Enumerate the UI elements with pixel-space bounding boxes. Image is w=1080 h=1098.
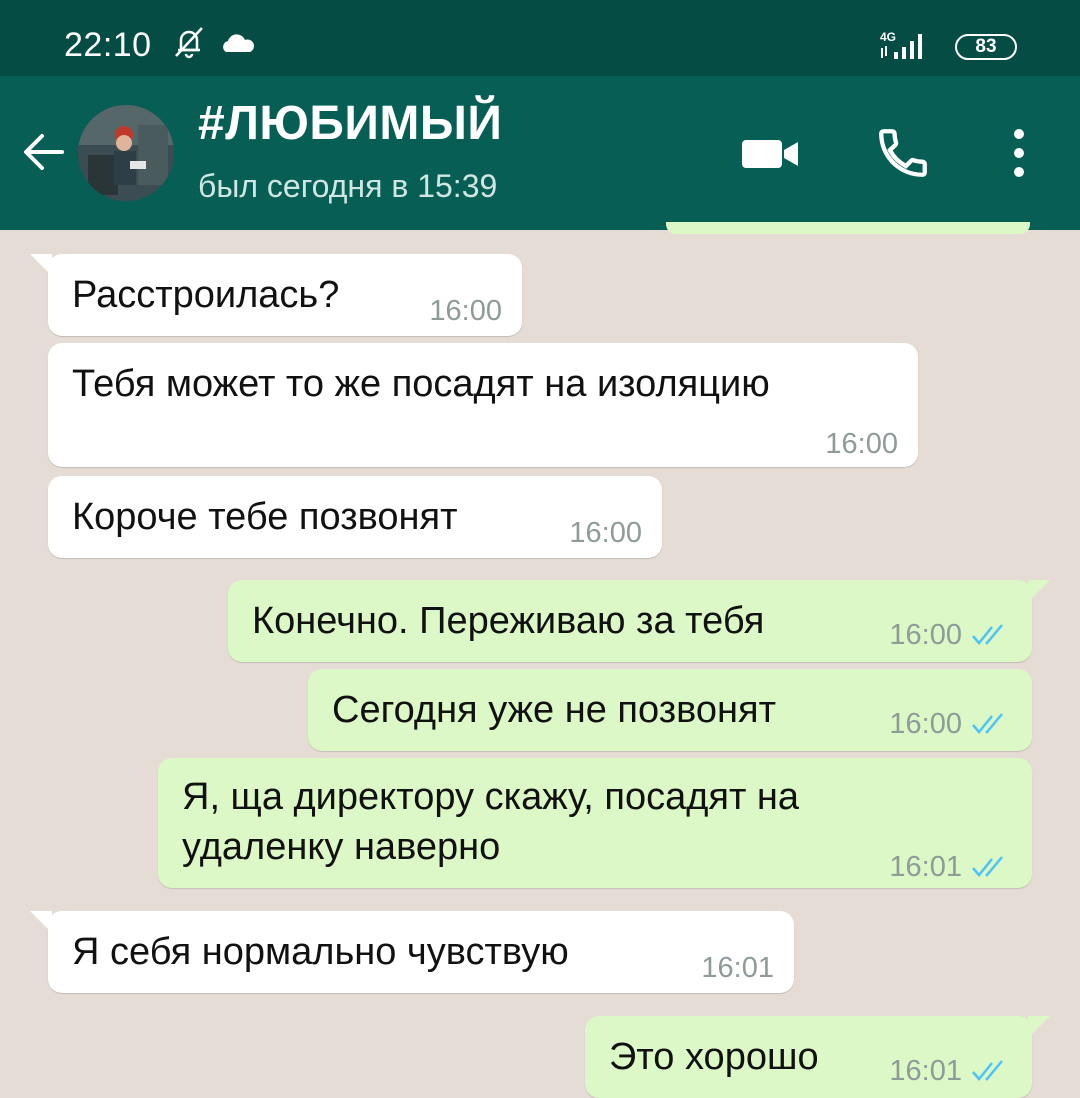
message-text: Конечно. Переживаю за тебя bbox=[252, 600, 765, 642]
svg-text:4G: 4G bbox=[880, 30, 896, 44]
phone-icon[interactable] bbox=[874, 124, 932, 182]
message-bubble-outgoing[interactable]: Я, ща директору скажу, посадят на удален… bbox=[158, 758, 1032, 888]
message-text: Расстроилась? bbox=[72, 274, 340, 316]
message-time: 16:01 bbox=[889, 851, 962, 883]
message-time: 16:00 bbox=[825, 428, 898, 460]
message-bubble-incoming[interactable]: Короче тебе позвонят 16:00 bbox=[48, 476, 662, 558]
double-check-icon bbox=[972, 1060, 1003, 1081]
previous-message-edge bbox=[666, 222, 1030, 234]
last-seen-status: был сегодня в 15:39 bbox=[198, 168, 498, 204]
message-time: 16:00 bbox=[889, 619, 962, 651]
message-time: 16:00 bbox=[889, 708, 962, 740]
message-bubble-incoming[interactable]: Я себя нормально чувствую 16:01 bbox=[30, 911, 794, 993]
status-time: 22:10 bbox=[64, 26, 152, 64]
message-text: Я себя нормально чувствую bbox=[72, 931, 569, 973]
message-text: Сегодня уже не позвонят bbox=[332, 689, 776, 731]
contact-name[interactable]: #ЛЮБИМЫЙ bbox=[198, 96, 502, 151]
message-bubble-outgoing[interactable]: Сегодня уже не позвонят 16:00 bbox=[308, 669, 1032, 751]
double-check-icon bbox=[972, 713, 1003, 734]
message-bubble-outgoing[interactable]: Это хорошо 16:01 bbox=[585, 1016, 1050, 1098]
message-bubble-outgoing[interactable]: Конечно. Переживаю за тебя 16:00 bbox=[228, 580, 1050, 662]
video-camera-icon[interactable] bbox=[740, 134, 802, 174]
signal-4g-icon: 4G bbox=[880, 30, 922, 59]
message-bubble-incoming[interactable]: Расстроилась? 16:00 bbox=[30, 254, 522, 336]
double-check-icon bbox=[972, 624, 1003, 645]
battery-indicator: 83 bbox=[955, 34, 1017, 60]
message-text: Это хорошо bbox=[609, 1036, 819, 1078]
message-bubble-incoming[interactable]: Тебя может то же посадят на изоляцию 16:… bbox=[48, 343, 918, 467]
status-bar: 22:10 4G 83 bbox=[0, 0, 1080, 76]
message-text: Короче тебе позвонят bbox=[72, 496, 458, 538]
bell-off-icon bbox=[175, 27, 203, 59]
avatar[interactable] bbox=[78, 105, 174, 201]
battery-level: 83 bbox=[975, 36, 997, 57]
message-time: 16:00 bbox=[429, 295, 502, 327]
message-text: Тебя может то же посадят на изоляцию bbox=[72, 363, 770, 405]
chat-header: #ЛЮБИМЫЙ был сегодня в 15:39 bbox=[0, 76, 1080, 230]
message-text: Я, ща директору скажу, посадят на удален… bbox=[182, 776, 800, 868]
message-time: 16:01 bbox=[889, 1055, 962, 1087]
more-vert-icon[interactable] bbox=[1002, 126, 1036, 180]
message-time: 16:01 bbox=[701, 952, 774, 984]
arrow-left-icon[interactable] bbox=[18, 126, 70, 178]
avatar-photo bbox=[78, 105, 174, 201]
message-time: 16:00 bbox=[569, 517, 642, 549]
cloud-icon bbox=[223, 34, 254, 52]
double-check-icon bbox=[972, 856, 1003, 877]
